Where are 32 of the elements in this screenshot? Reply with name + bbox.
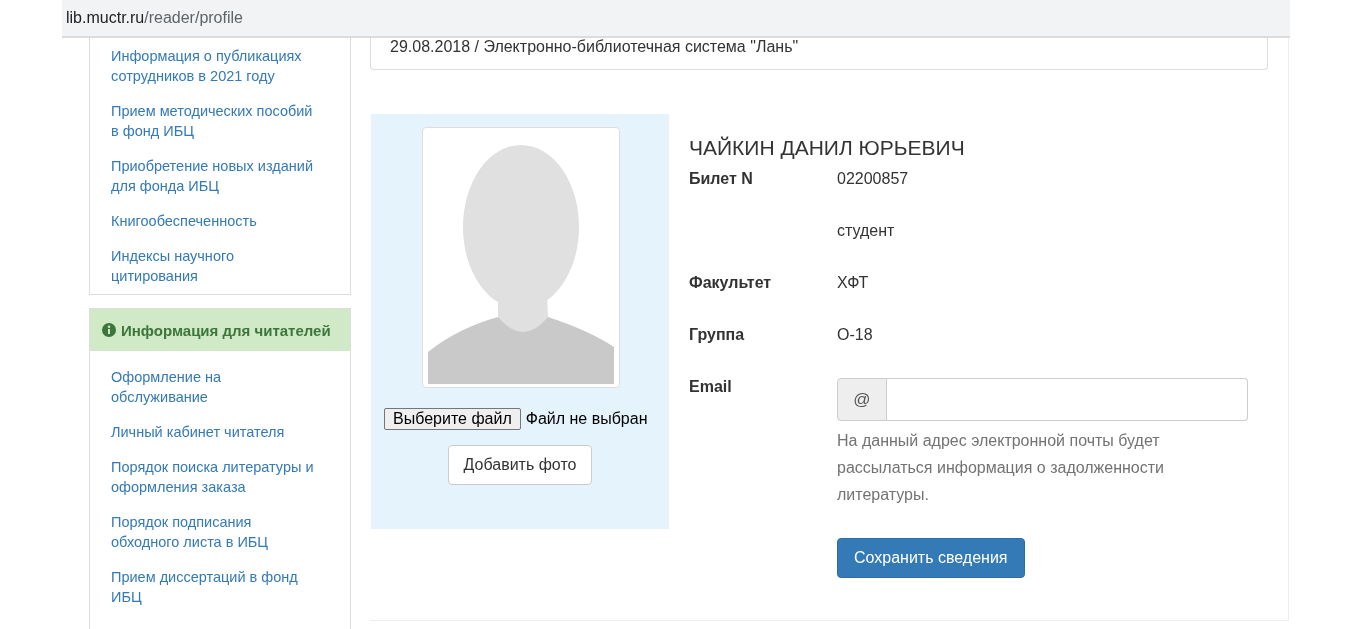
- field-value: 02200857: [837, 170, 909, 189]
- sidebar-link[interactable]: Прием методических пособий в фонд ИБЦ: [111, 101, 321, 141]
- sidebar-link[interactable]: Оформление на обслуживание: [111, 367, 321, 407]
- info-icon: [102, 323, 116, 337]
- sidebar-link[interactable]: Книгообеспеченность: [111, 211, 321, 231]
- file-status: Файл не выбран: [525, 410, 648, 428]
- url-host: lib.muctr.ru: [66, 9, 145, 27]
- sidebar-link[interactable]: Порядок подписания обходного листа в ИБЦ: [111, 512, 321, 552]
- add-photo-button[interactable]: Добавить фото: [447, 445, 593, 485]
- address-bar[interactable]: lib.muctr.ru/reader/profile: [62, 0, 1290, 38]
- field-label: Email: [689, 378, 733, 397]
- choose-file-button[interactable]: Выберите файл: [384, 408, 521, 430]
- save-button[interactable]: Сохранить сведения: [837, 538, 1025, 578]
- sidebar-link[interactable]: Порядок поиска литературы и оформления заказа: [111, 457, 321, 497]
- field-value: О-18: [837, 326, 873, 345]
- field-label: Группа: [689, 326, 746, 345]
- reader-name: ЧАЙКИН ДАНИЛ ЮРЬЕВИЧ: [689, 136, 966, 160]
- field-value: студент: [837, 222, 895, 241]
- sidebar-link[interactable]: Информация о публикациях сотрудников в 2021 году: [111, 46, 321, 86]
- at-addon: @: [837, 378, 887, 421]
- field-value: ХФТ: [837, 274, 869, 293]
- url-path: /reader/profile: [144, 9, 243, 27]
- email-field[interactable]: [887, 378, 1248, 421]
- sidebar-link[interactable]: Личный кабинет читателя: [111, 422, 321, 442]
- field-label: Факультет: [689, 274, 773, 293]
- news-text: 29.08.2018 / Электронно-библиотечная система "Лань": [390, 38, 799, 56]
- help-text: На данный адрес электронной почты будет рассылаться информация о задолженности литературы.: [837, 431, 1166, 505]
- sidebar-link[interactable]: Индексы научного цитирования: [111, 246, 321, 286]
- sidebar-link[interactable]: Приобретение новых изданий для фонда ИБЦ: [111, 156, 321, 196]
- field-label: Билет N: [689, 170, 754, 189]
- sidebar-link[interactable]: Прием диссертаций в фонд ИБЦ: [111, 567, 321, 607]
- panel-title: Информация для читателей: [121, 321, 331, 339]
